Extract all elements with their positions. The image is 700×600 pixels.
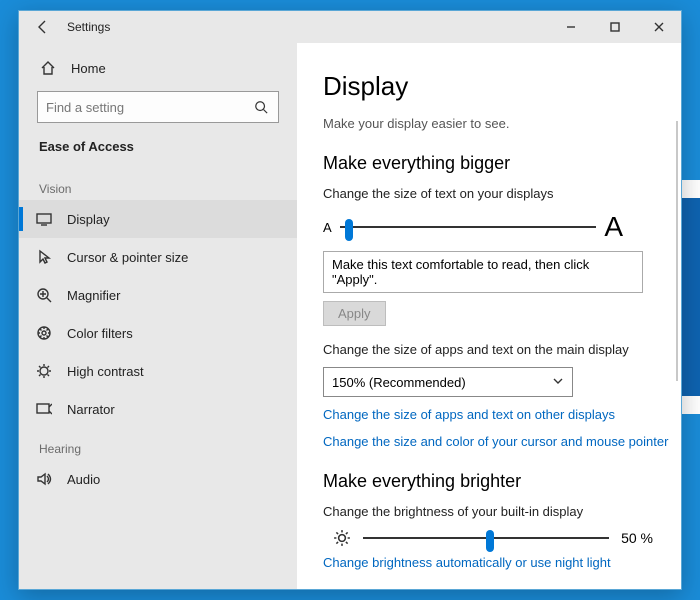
main-scrollbar[interactable] [676, 121, 678, 381]
apply-button[interactable]: Apply [323, 301, 386, 326]
apps-size-label: Change the size of apps and text on the … [323, 342, 681, 357]
cursor-icon [35, 248, 53, 266]
scale-value: 150% (Recommended) [332, 375, 466, 390]
search-input[interactable]: Find a setting [37, 91, 279, 123]
slider-thumb[interactable] [345, 219, 353, 241]
brightness-value: 50 % [621, 530, 653, 546]
titlebar: Settings [19, 11, 681, 43]
back-button[interactable] [19, 19, 67, 35]
close-button[interactable] [637, 11, 681, 43]
sidebar-item-cursor[interactable]: Cursor & pointer size [19, 238, 297, 276]
sidebar-item-label: Cursor & pointer size [67, 250, 188, 265]
link-cursor-size[interactable]: Change the size and color of your cursor… [323, 434, 681, 449]
sidebar-item-highcontrast[interactable]: High contrast [19, 352, 297, 390]
highcontrast-icon [35, 362, 53, 380]
brightness-label: Change the brightness of your built-in d… [323, 504, 681, 519]
colorfilters-icon [35, 324, 53, 342]
text-size-label: Change the size of text on your displays [323, 186, 681, 201]
text-size-slider[interactable]: A A [323, 211, 623, 243]
sidebar-item-label: High contrast [67, 364, 144, 379]
section-bigger-heading: Make everything bigger [323, 153, 681, 174]
group-vision: Vision [19, 168, 297, 200]
sidebar-item-narrator[interactable]: Narrator [19, 390, 297, 428]
link-other-displays[interactable]: Change the size of apps and text on othe… [323, 407, 681, 422]
link-nightlight[interactable]: Change brightness automatically or use n… [323, 555, 681, 570]
search-icon [252, 98, 270, 116]
window-body: Home Find a setting Ease of Access Visio… [19, 43, 681, 589]
monitor-icon [35, 210, 53, 228]
brightness-icon [333, 529, 351, 547]
home-icon [39, 59, 57, 77]
section-brighter-heading: Make everything brighter [323, 471, 681, 492]
search-placeholder: Find a setting [46, 100, 252, 115]
sidebar-item-audio[interactable]: Audio [19, 460, 297, 498]
magnifier-icon [35, 286, 53, 304]
narrator-icon [35, 400, 53, 418]
settings-window: Settings Home Find a setting Ease of Acc… [18, 10, 682, 590]
window-controls [549, 11, 681, 43]
sample-text-box: Make this text comfortable to read, then… [323, 251, 643, 293]
chevron-down-icon [552, 375, 564, 390]
slider-track[interactable] [340, 226, 597, 228]
scale-select[interactable]: 150% (Recommended) [323, 367, 573, 397]
sidebar-item-label: Magnifier [67, 288, 120, 303]
sidebar-item-label: Narrator [67, 402, 115, 417]
slider-track[interactable] [363, 537, 609, 539]
slider-thumb[interactable] [486, 530, 494, 552]
page-title: Display [323, 71, 681, 102]
category-label: Ease of Access [19, 133, 297, 168]
maximize-button[interactable] [593, 11, 637, 43]
text-size-max-icon: A [604, 211, 623, 243]
text-size-min-icon: A [323, 220, 332, 235]
brightness-slider[interactable]: 50 % [333, 529, 653, 547]
home-label: Home [71, 61, 106, 76]
home-link[interactable]: Home [19, 49, 297, 87]
window-title: Settings [67, 20, 110, 34]
group-hearing: Hearing [19, 428, 297, 460]
main-content: Display Make your display easier to see.… [297, 43, 681, 589]
minimize-button[interactable] [549, 11, 593, 43]
sidebar-item-label: Display [67, 212, 110, 227]
page-subtitle: Make your display easier to see. [323, 116, 681, 131]
sidebar-item-magnifier[interactable]: Magnifier [19, 276, 297, 314]
sidebar: Home Find a setting Ease of Access Visio… [19, 43, 297, 589]
audio-icon [35, 470, 53, 488]
sidebar-item-label: Audio [67, 472, 100, 487]
sidebar-item-display[interactable]: Display [19, 200, 297, 238]
sidebar-item-colorfilters[interactable]: Color filters [19, 314, 297, 352]
sidebar-item-label: Color filters [67, 326, 133, 341]
